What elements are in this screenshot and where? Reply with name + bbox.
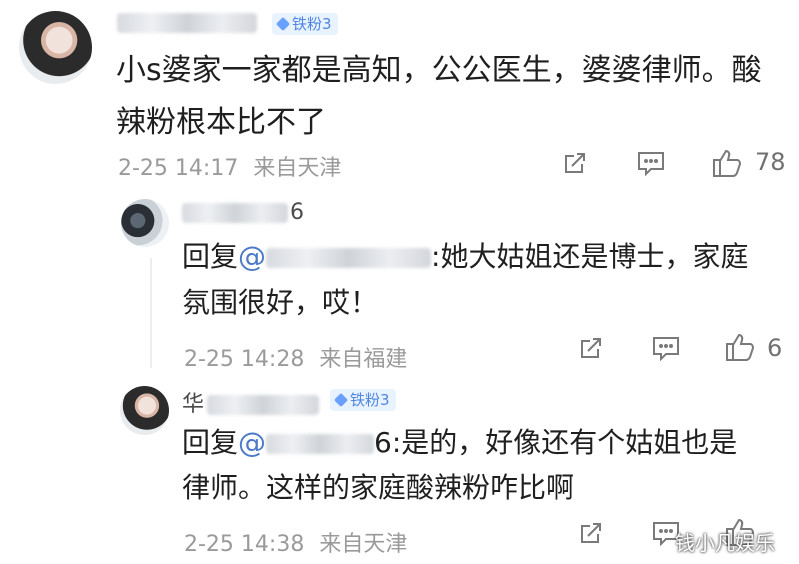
reply1-text-line2: 氛围很好，哎！ <box>182 286 379 319</box>
comment-text-line1: 小s婆家一家都是高知，公公医生，婆婆律师。酸 <box>116 53 762 88</box>
comment-meta: 2-25 14:17 来自天津 <box>118 150 341 182</box>
avatar[interactable] <box>121 199 169 247</box>
thumbs-up-icon[interactable] <box>723 330 757 364</box>
fan-badge: 铁粉3 <box>272 13 338 35</box>
mention-link[interactable]: @ <box>238 240 432 273</box>
blurred-mention <box>266 434 375 454</box>
mention-at: @ <box>238 240 267 273</box>
reply2-text-line1: 回复@ 6:是的，好像还有个姑姐也是 <box>182 418 737 468</box>
comment-time: 2-25 14:17 <box>118 156 239 181</box>
watermark: 钱小凡娱乐 <box>675 531 775 555</box>
commenter-name[interactable] <box>117 10 257 35</box>
diamond-icon <box>333 392 349 408</box>
blurred-mention <box>266 248 432 268</box>
thumbs-up-icon[interactable] <box>710 146 744 180</box>
mention-link[interactable]: @ <box>238 426 375 459</box>
reply1-location: 来自福建 <box>319 347 408 372</box>
thread-line <box>150 258 152 368</box>
reply1-name[interactable]: 6 <box>182 200 305 225</box>
comment-icon[interactable] <box>635 148 667 178</box>
reply2-time: 2-25 14:38 <box>184 532 305 557</box>
comment-text-line2: 辣粉根本比不了 <box>116 105 326 140</box>
reply1-text-line1: 回复@ :她大姑姐还是博士，家庭 <box>182 232 748 282</box>
reply-prefix: 回复 <box>182 240 239 273</box>
reply2-name[interactable]: 华 <box>182 386 320 418</box>
like-count: 78 <box>755 148 786 176</box>
comment-icon[interactable] <box>650 333 682 363</box>
fan-badge: 铁粉3 <box>330 389 396 411</box>
reply1-name-suffix: 6 <box>290 200 305 225</box>
reply1-text: :她大姑姐还是博士，家庭 <box>431 240 749 273</box>
reply2-location: 来自天津 <box>319 532 408 557</box>
reply2-name-prefix: 华 <box>182 392 206 417</box>
share-icon[interactable] <box>576 333 606 363</box>
share-icon[interactable] <box>576 518 606 548</box>
diamond-icon <box>275 16 291 32</box>
reply1-meta: 2-25 14:28 来自福建 <box>184 341 407 373</box>
blurred-username <box>117 13 257 33</box>
blurred-username <box>207 395 320 415</box>
reply-prefix: 回复 <box>182 426 239 459</box>
like-count: 6 <box>767 334 783 362</box>
reply2-text-line2: 律师。这样的家庭酸辣粉咋比啊 <box>182 471 575 504</box>
blurred-username <box>182 203 288 223</box>
mention-at: @ <box>238 426 267 459</box>
avatar[interactable] <box>19 11 92 84</box>
share-icon[interactable] <box>560 148 590 178</box>
comment-location: 来自天津 <box>253 156 342 181</box>
reply2-text: 6:是的，好像还有个姑姐也是 <box>374 426 738 459</box>
avatar[interactable] <box>120 386 169 435</box>
fan-badge-label: 铁粉3 <box>350 391 390 409</box>
reply1-time: 2-25 14:28 <box>184 347 305 372</box>
reply2-meta: 2-25 14:38 来自天津 <box>184 526 407 558</box>
fan-badge-label: 铁粉3 <box>292 15 332 33</box>
